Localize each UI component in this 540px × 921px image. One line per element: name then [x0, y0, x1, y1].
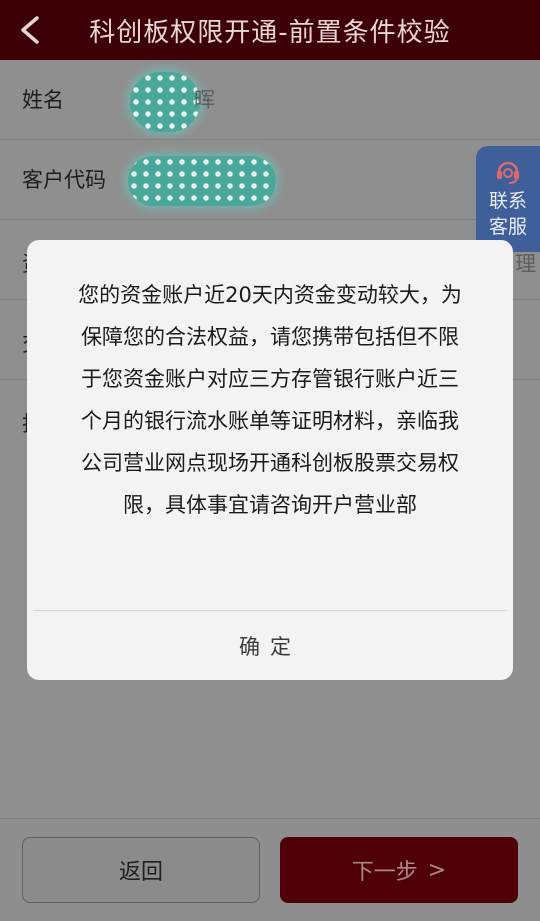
- back-button[interactable]: 返回: [22, 837, 260, 903]
- bottom-bar: 返回 下一步 >: [0, 818, 540, 921]
- alert-dialog: 您的资金账户近20天内资金变动较大，为保障您的合法权益，请您携带包括但不限于您资…: [27, 240, 513, 680]
- customer-code-privacy-mask: [128, 156, 276, 206]
- back-arrow-icon[interactable]: [8, 8, 52, 52]
- dialog-message: 您的资金账户近20天内资金变动较大，为保障您的合法权益，请您携带包括但不限于您资…: [78, 283, 462, 517]
- name-privacy-mask: [130, 72, 200, 132]
- service-label-line2: 客服: [488, 216, 527, 238]
- customer-service-button[interactable]: 联系 客服: [476, 146, 540, 252]
- service-label-line1: 联系: [488, 190, 527, 212]
- top-bar: 科创板权限开通-前置条件校验: [0, 0, 540, 60]
- next-step-label: 下一步: [351, 860, 418, 885]
- next-step-button[interactable]: 下一步 >: [280, 837, 518, 903]
- name-row: 姓名 晖: [0, 60, 540, 140]
- next-arrow: >: [427, 857, 447, 883]
- customer-code-row: 客户代码: [0, 140, 540, 220]
- name-label: 姓名: [22, 88, 64, 112]
- page-title: 科创板权限开通-前置条件校验: [89, 17, 451, 48]
- confirm-button[interactable]: 确定: [27, 611, 513, 680]
- headset-icon: [497, 161, 519, 184]
- name-value: 晖: [194, 88, 215, 112]
- row-3-value: 理: [515, 252, 536, 276]
- customer-code-label: 客户代码: [22, 168, 106, 192]
